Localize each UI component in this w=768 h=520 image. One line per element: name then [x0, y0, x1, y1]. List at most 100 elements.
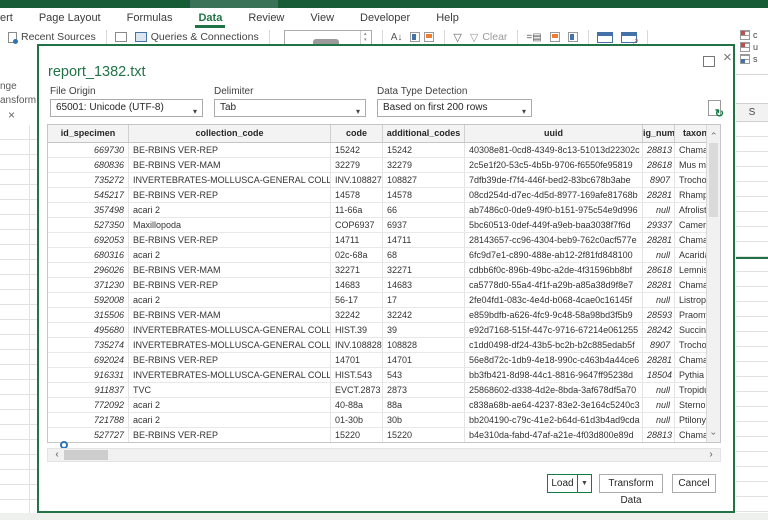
- cell-ig_num: 28618: [643, 263, 675, 277]
- cell-additional_codes: 88a: [383, 398, 465, 412]
- scroll-right-icon[interactable]: ›: [704, 449, 718, 461]
- dialog-close-icon[interactable]: ×: [723, 50, 732, 65]
- cell-uuid: 6fc9d7e1-c890-488e-ab12-2f81fd848100: [465, 248, 643, 262]
- cell-collection_code: BE-RBINS VER-REP: [129, 278, 331, 292]
- gallery-scroll-arrows[interactable]: ▴▾: [360, 31, 370, 44]
- cell-additional_codes: 108827: [383, 173, 465, 187]
- ribbon-divider: [269, 30, 270, 44]
- cell-id_specimen: 735274: [48, 338, 129, 352]
- clear-filter-label: Clear: [482, 31, 507, 43]
- transform-data-button[interactable]: Transform Data: [599, 474, 663, 493]
- cell-id_specimen: 735272: [48, 173, 129, 187]
- cell-uuid: bb204190-c79c-41e2-b64d-61d3b4ad9cda: [465, 413, 643, 427]
- ribbon-tab-page-layout[interactable]: Page Layout: [26, 9, 114, 28]
- ribbon-gallery-box[interactable]: ▴▾: [284, 30, 372, 45]
- remove-duplicates-icon[interactable]: [568, 32, 578, 42]
- vertical-scrollbar-thumb[interactable]: [709, 143, 718, 217]
- column-header-ig_num[interactable]: ig_num: [643, 125, 675, 142]
- cell-additional_codes: 66: [383, 203, 465, 217]
- clear-filter-button[interactable]: ▽ Clear: [470, 31, 508, 44]
- delimiter-select[interactable]: Tab ▾: [214, 99, 366, 117]
- table-row: 692024BE-RBINS VER-REP147011470156e8d72c…: [48, 353, 720, 368]
- cell-id_specimen: 692053: [48, 233, 129, 247]
- file-origin-value: 65001: Unicode (UTF-8): [56, 102, 164, 113]
- cell-uuid: b4e310da-fabd-47af-a21e-4f03d800e89d: [465, 428, 643, 442]
- cell-uuid: e859bdfb-a626-4fc9-9c48-58a98bd3f5b9: [465, 308, 643, 322]
- table-row: 592008acari 256-17172fe04fd1-083c-4e4d-b…: [48, 293, 720, 308]
- titlebar-search-box[interactable]: [190, 0, 278, 8]
- cell-uuid: 28143657-cc96-4304-beb9-762c0acf577e: [465, 233, 643, 247]
- ribbon-tab-formulas[interactable]: Formulas: [114, 9, 186, 28]
- cell-ig_num: null: [643, 413, 675, 427]
- recent-sources-button[interactable]: Recent Sources: [8, 31, 96, 43]
- cell-additional_codes: 32271: [383, 263, 465, 277]
- column-header-code[interactable]: code: [331, 125, 383, 142]
- cancel-button[interactable]: Cancel: [672, 474, 716, 493]
- scroll-down-icon[interactable]: ›: [707, 426, 720, 441]
- table-row: 296026BE-RBINS VER-MAM3227132271cdbb6f0c…: [48, 263, 720, 278]
- data-type-detection-select[interactable]: Based on first 200 rows ▾: [377, 99, 532, 117]
- dialog-title: report_1382.txt: [48, 64, 146, 80]
- cell-id_specimen: 911837: [48, 383, 129, 397]
- cell-code: 32279: [331, 158, 383, 172]
- queries-connections-button[interactable]: Queries & Connections: [135, 31, 259, 43]
- ribbon-tab-data[interactable]: Data: [185, 9, 235, 28]
- whatif-table-icon[interactable]: [597, 32, 613, 43]
- forecast-sheet-icon[interactable]: [621, 32, 637, 43]
- gallery-preview-shape: [313, 39, 339, 44]
- cell-additional_codes: 39: [383, 323, 465, 337]
- column-header-s[interactable]: S: [736, 103, 768, 122]
- cell-additional_codes: 32242: [383, 308, 465, 322]
- group-button[interactable]: c: [740, 29, 768, 40]
- filter-icon[interactable]: ▽: [453, 31, 461, 44]
- cell-collection_code: acari 2: [129, 203, 331, 217]
- column-header-id_specimen[interactable]: id_specimen: [48, 125, 129, 142]
- flash-fill-icon[interactable]: [550, 32, 560, 42]
- delimiter-value: Tab: [220, 102, 236, 113]
- cell-uuid: 2c5e1f20-53c5-4b5b-9706-f6550fe95819: [465, 158, 643, 172]
- cell-collection_code: BE-RBINS VER-REP: [129, 353, 331, 367]
- cell-additional_codes: 15220: [383, 428, 465, 442]
- ribbon-tab-view[interactable]: View: [297, 9, 347, 28]
- cell-code: 56-17: [331, 293, 383, 307]
- dialog-maximize-icon[interactable]: [703, 56, 715, 67]
- cell-id_specimen: 680316: [48, 248, 129, 262]
- ribbon-tab-developer[interactable]: Developer: [347, 9, 423, 28]
- preview-table-body: 669730BE-RBINS VER-REP152421524240308e81…: [48, 143, 720, 443]
- ribbon-tab-review[interactable]: Review: [235, 9, 297, 28]
- sort-az-icon[interactable]: A↓: [391, 32, 403, 43]
- cell-uuid: c838a68b-ae64-4237-83e2-3e164c5240c3: [465, 398, 643, 412]
- load-dropdown-button[interactable]: ▼: [577, 474, 592, 493]
- cell-additional_codes: 2873: [383, 383, 465, 397]
- horizontal-scrollbar-thumb[interactable]: [64, 450, 108, 460]
- scroll-up-icon[interactable]: ›: [707, 126, 720, 141]
- cell-uuid: 25868602-d338-4d2e-8bda-3af678df5a70: [465, 383, 643, 397]
- cell-ig_num: 28281: [643, 353, 675, 367]
- vertical-scrollbar[interactable]: › ›: [706, 125, 720, 442]
- text-to-columns-icon[interactable]: =▤: [526, 32, 541, 43]
- file-origin-select[interactable]: 65001: Unicode (UTF-8) ▾: [50, 99, 203, 117]
- scroll-left-icon[interactable]: ‹: [50, 449, 64, 461]
- table-row: 527727BE-RBINS VER-REP1522015220b4e310da…: [48, 428, 720, 443]
- load-button[interactable]: Load: [547, 474, 578, 493]
- cell-ig_num: 28813: [643, 143, 675, 157]
- ribbon-tab-bar: ertPage LayoutFormulasDataReviewViewDeve…: [0, 8, 768, 28]
- cell-collection_code: acari 2: [129, 398, 331, 412]
- refresh-preview-icon[interactable]: [708, 100, 721, 116]
- column-header-collection_code[interactable]: collection_code: [129, 125, 331, 142]
- column-header-additional_codes[interactable]: additional_codes: [383, 125, 465, 142]
- sort-dialog-icon[interactable]: [410, 32, 434, 42]
- cell-collection_code: BE-RBINS VER-REP: [129, 428, 331, 442]
- preview-table: id_specimencollection_codecodeadditional…: [47, 124, 721, 443]
- ribbon-tab-ert[interactable]: ert: [0, 9, 26, 28]
- cell-id_specimen: 545217: [48, 188, 129, 202]
- ribbon-tab-help[interactable]: Help: [423, 9, 472, 28]
- column-header-uuid[interactable]: uuid: [465, 125, 643, 142]
- horizontal-scrollbar[interactable]: ‹ ›: [47, 448, 721, 462]
- cell-id_specimen: 680836: [48, 158, 129, 172]
- ungroup-button[interactable]: u: [740, 41, 768, 52]
- pane-close-icon[interactable]: ×: [8, 108, 15, 122]
- existing-connections-icon[interactable]: [115, 32, 127, 42]
- cell-id_specimen: 916331: [48, 368, 129, 382]
- subtotal-button[interactable]: s: [740, 53, 768, 64]
